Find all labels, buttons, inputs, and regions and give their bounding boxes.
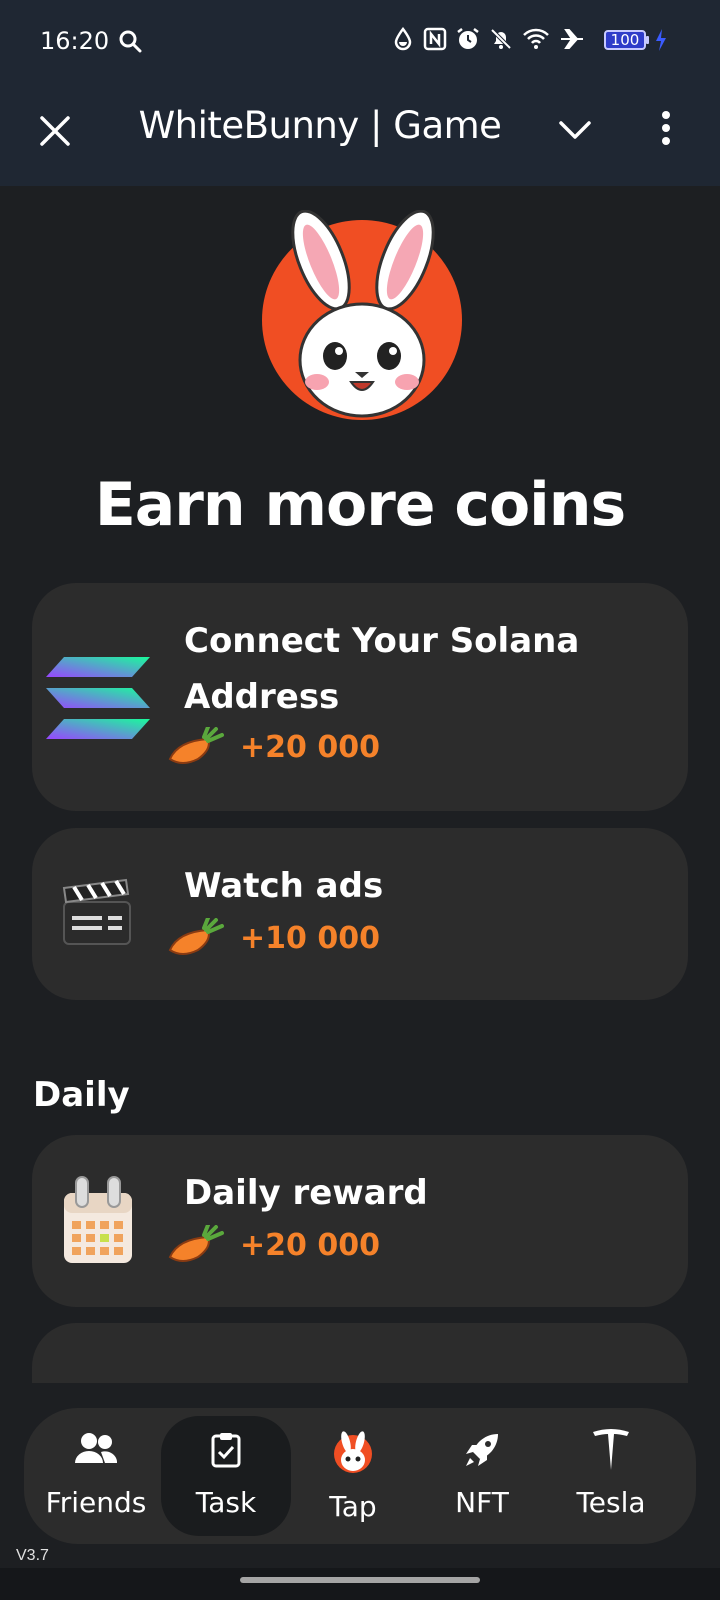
task-reward: +20 000 [168,727,380,767]
app-bar: WhiteBunny | Game [0,82,720,186]
nav-item-task[interactable]: Task [161,1416,291,1536]
data-saver-icon [394,27,412,51]
task-title-line-1: Connect Your Solana [184,621,580,661]
nav-label: Task [195,1486,257,1519]
task-card-solana[interactable]: Connect Your Solana Address +20 000 [32,583,688,811]
charging-icon [656,29,666,51]
tesla-icon [593,1429,629,1470]
carrot-icon [168,727,224,764]
task-card-daily-reward[interactable]: Daily reward +20 000 [32,1135,688,1307]
clapperboard-icon [62,878,131,945]
nav-item-tesla[interactable]: Tesla [546,1408,676,1544]
task-title-line-2: Address [184,677,340,717]
battery-tip [646,36,649,44]
reward-amount: +10 000 [240,920,380,956]
calendar-icon [64,1176,132,1263]
nav-label: NFT [455,1486,509,1519]
bottom-nav: Friends Task Tap NFT Tesla [24,1408,696,1544]
reward-amount: +20 000 [240,729,380,765]
version-label: V3.7 [16,1547,49,1564]
status-time: 16:20 [40,27,110,55]
chevron-down-icon[interactable] [558,118,592,142]
nav-label: Tesla [576,1486,646,1519]
task-card-watch-ads[interactable]: Watch ads +10 000 [32,828,688,1000]
system-nav-area [0,1568,720,1600]
page-headline: Earn more coins [94,470,626,540]
carrot-icon [168,918,224,955]
nav-item-nft[interactable]: NFT [417,1408,547,1544]
section-label-daily: Daily [33,1075,130,1115]
wifi-icon [523,28,549,49]
nav-item-tap[interactable]: Tap [288,1408,418,1544]
rocket-icon [466,1434,498,1466]
mute-icon [490,28,512,50]
nfc-icon [423,27,447,51]
nav-label: Tap [329,1490,377,1523]
task-card-partial[interactable] [32,1323,688,1383]
task-title: Watch ads [184,866,384,906]
battery-icon: 100 [604,30,646,50]
nav-label: Friends [45,1486,147,1519]
app-title: WhiteBunny | Game [138,104,502,147]
airplane-icon [561,29,583,49]
nav-item-friends[interactable]: Friends [31,1408,161,1544]
task-title: Daily reward [184,1173,428,1213]
task-icon [211,1433,241,1468]
more-vert-icon[interactable] [660,110,672,146]
home-indicator[interactable] [240,1577,480,1583]
task-title: Connect Your Solana Address [184,613,579,725]
friends-icon [75,1433,117,1463]
alarm-icon [457,28,479,49]
task-reward: +20 000 [168,1225,380,1265]
solana-icon [46,657,150,739]
bunny-icon [334,1431,372,1473]
reward-amount: +20 000 [240,1227,380,1263]
whitebunny-logo [262,210,462,420]
task-reward: +10 000 [168,918,380,958]
status-bar: 16:20 100 [0,0,720,82]
carrot-icon [168,1225,224,1262]
search-icon [119,30,142,53]
